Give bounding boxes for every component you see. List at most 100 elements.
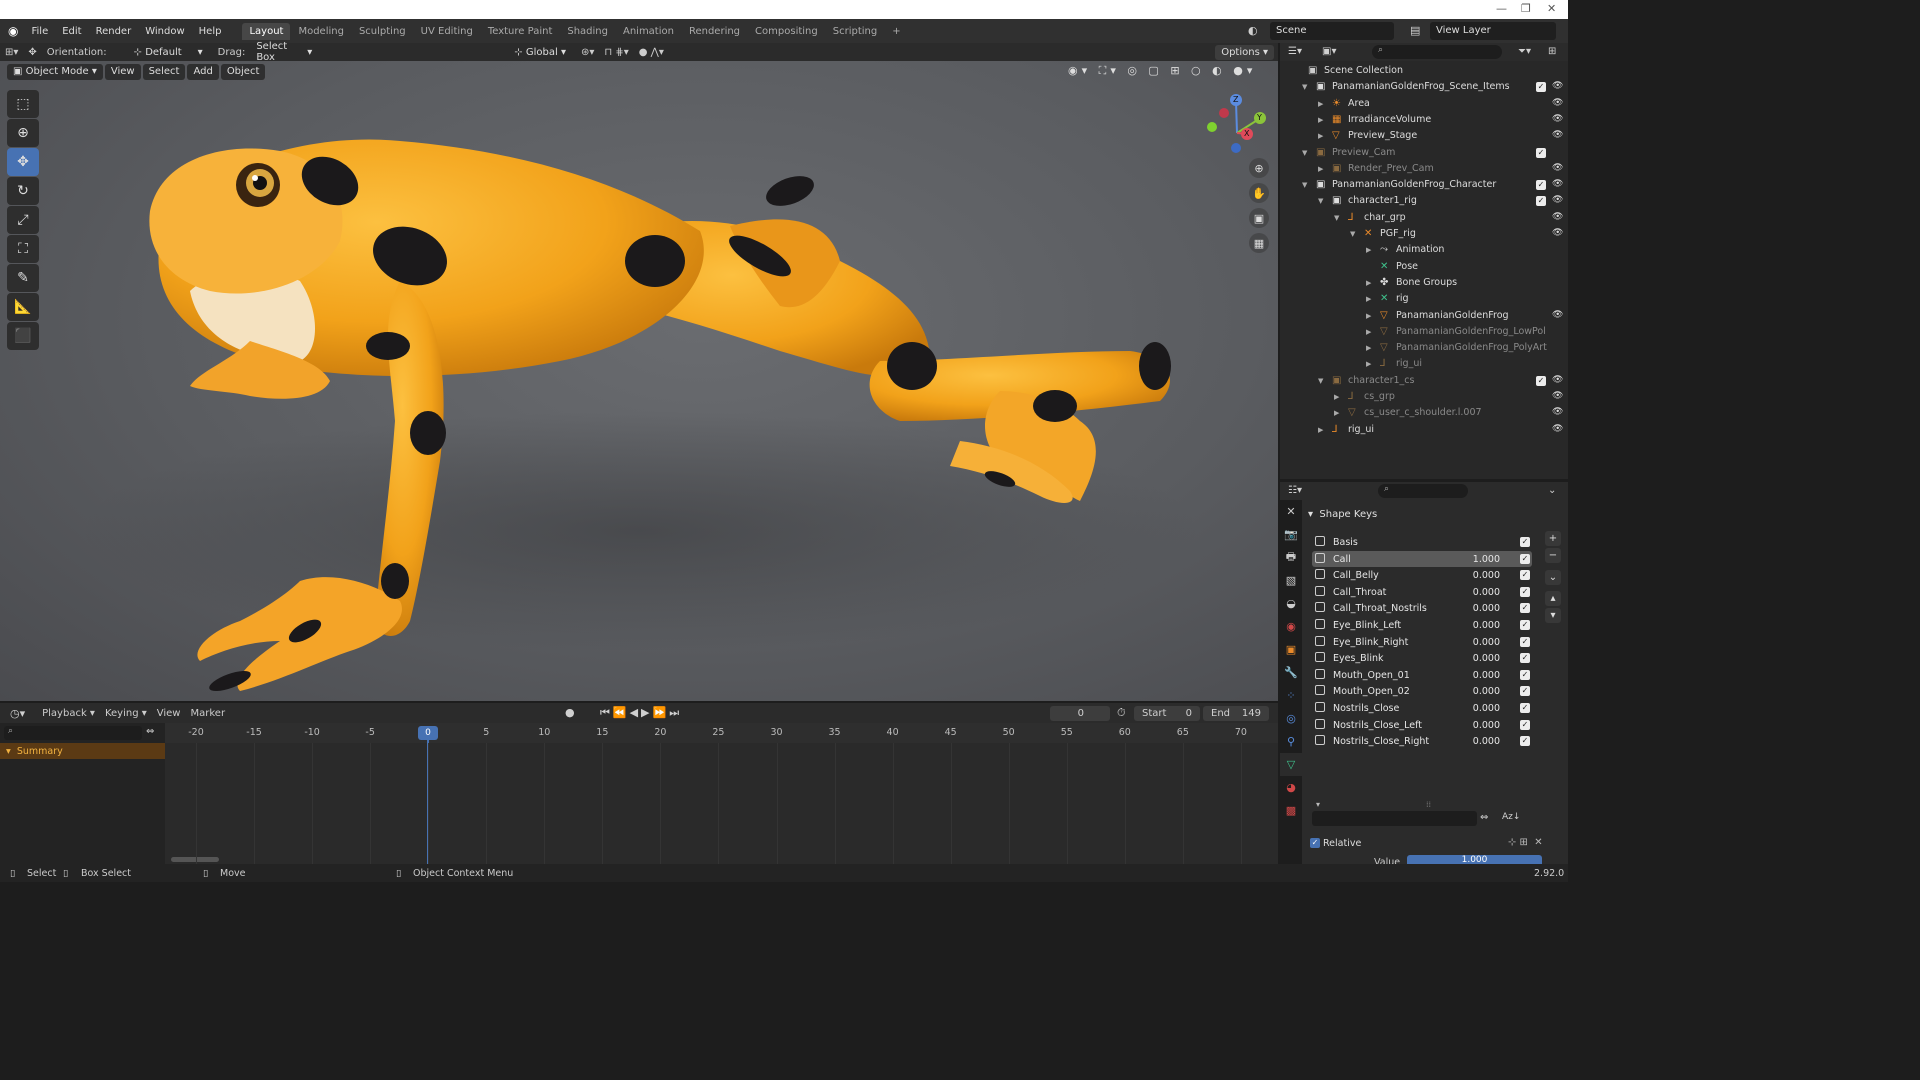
viewport-shading-icons[interactable]: ◉▾ ⛶▾ ◎ ▢ ⊞ ○ ◐ ●▾ (1068, 64, 1256, 78)
filter-icon[interactable]: ⏷▾ (1518, 46, 1531, 57)
stopwatch-icon[interactable]: ⏱ (1117, 706, 1126, 720)
shape-key-mute-checkbox[interactable]: ✓ (1520, 570, 1530, 581)
tab-sculpting[interactable]: Sculpting (352, 23, 413, 40)
outliner-row[interactable]: ▶ ▽ cs_user_c_shoulder.l.007 👁 (1280, 405, 1568, 421)
exclude-checkbox[interactable]: ✓ (1536, 375, 1546, 386)
constraints-tab-icon[interactable]: ⚲ (1280, 730, 1302, 753)
shape-key-mute-checkbox[interactable]: ✓ (1520, 636, 1530, 647)
minimize-button[interactable]: — (1496, 2, 1507, 15)
shape-key-value[interactable]: 1.000 (1473, 554, 1500, 565)
view-layer-field[interactable]: View Layer (1430, 22, 1556, 40)
object-mode-dropdown[interactable]: ▣ Object Mode ▾ (7, 63, 103, 80)
menu-view[interactable]: View (104, 63, 141, 80)
menu-render[interactable]: Render (89, 26, 139, 37)
outliner-row[interactable]: ▶ ▣ Render_Prev_Cam 👁 (1280, 161, 1568, 177)
snap-icon[interactable]: ⊓ ⋕▾ (604, 47, 628, 58)
shape-key-mute-checkbox[interactable]: ✓ (1520, 553, 1530, 564)
data-tab-icon[interactable]: ▽ (1280, 753, 1302, 776)
expand-closed-icon[interactable]: ▶ (1366, 246, 1371, 254)
visibility-eye-icon[interactable]: 👁 (1552, 81, 1563, 91)
shape-key-value[interactable]: 0.000 (1473, 670, 1500, 681)
properties-editor-icon[interactable]: ☷▾ (1288, 485, 1302, 496)
shape-key-row[interactable]: Call_Belly 0.000 ✓ (1312, 567, 1532, 583)
pivot-point-icon[interactable]: ⊛▾ (581, 47, 594, 58)
visibility-eye-icon[interactable]: 👁 (1552, 98, 1563, 108)
tab-animation[interactable]: Animation (616, 23, 681, 40)
shape-key-mute-checkbox[interactable]: ✓ (1520, 703, 1530, 713)
scale-tool-icon[interactable]: ⤢ (7, 206, 39, 234)
list-resize-handle-icon[interactable]: ⁞⁞ (1426, 800, 1431, 809)
visibility-eye-icon[interactable]: 👁 (1552, 375, 1563, 385)
shape-key-row[interactable]: Nostrils_Close 0.000 ✓ (1312, 700, 1532, 716)
outliner-row[interactable]: ▶ ⅃ cs_grp 👁 (1280, 389, 1568, 405)
shape-key-row[interactable]: Basis ✓ (1312, 534, 1532, 550)
outliner-row[interactable]: ▶ ▽ PanamanianGoldenFrog 👁 (1280, 308, 1568, 324)
restore-button[interactable]: ❐ (1521, 2, 1531, 15)
shape-key-value[interactable]: 0.000 (1473, 620, 1500, 631)
expand-closed-icon[interactable]: ▶ (1366, 279, 1371, 287)
shape-key-value[interactable]: 0.000 (1473, 653, 1500, 664)
add-workspace-button[interactable]: + (885, 23, 907, 40)
texture-tab-icon[interactable]: ▩ (1280, 799, 1302, 822)
output-tab-icon[interactable]: 🖶 (1280, 546, 1302, 569)
shape-key-row[interactable]: Nostrils_Close_Left 0.000 ✓ (1312, 717, 1532, 733)
frame-ruler[interactable]: -20 -15 -10 -5 0 5 10 15 20 25 30 35 40 45 50 55 60 65 70 (165, 723, 1278, 743)
add-shape-key-button[interactable]: + (1545, 531, 1561, 546)
shape-key-row[interactable]: Eyes_Blink 0.000 ✓ (1312, 650, 1532, 666)
expand-closed-icon[interactable]: ▶ (1366, 295, 1371, 303)
close-window-button[interactable]: ✕ (1547, 2, 1556, 15)
exclude-checkbox[interactable]: ✓ (1536, 82, 1546, 93)
visibility-eye-icon[interactable]: 👁 (1552, 424, 1563, 434)
outliner-row[interactable]: ▶ ▦ IrradianceVolume 👁 (1280, 112, 1568, 128)
add-cube-tool-icon[interactable]: ⬛ (7, 322, 39, 350)
outliner-row[interactable]: ▣ Scene Collection (1280, 63, 1568, 79)
menu-file[interactable]: File (24, 26, 55, 37)
outliner-row[interactable]: ▶ ✤ Bone Groups (1280, 275, 1568, 291)
visibility-eye-icon[interactable]: 👁 (1552, 310, 1563, 320)
outliner-row[interactable]: ▶ ⅃ rig_ui (1280, 356, 1568, 372)
shape-key-specials-button[interactable]: ⌄ (1545, 570, 1561, 585)
playback-controls-icons[interactable]: ⏮⏪◀▶⏩⏭ (600, 706, 682, 720)
expand-open-icon[interactable]: ▼ (1334, 214, 1339, 222)
frog-model[interactable] (0, 61, 1278, 701)
cursor-tool-icon[interactable]: ⊕ (7, 119, 39, 147)
shape-key-row[interactable]: Call_Throat 0.000 ✓ (1312, 584, 1532, 600)
exclude-checkbox[interactable]: ✓ (1536, 147, 1546, 158)
outliner-row[interactable]: ▼ ▣ Preview_Cam ✓ (1280, 145, 1568, 161)
outliner-row[interactable]: ▶ ☀ Area 👁 (1280, 96, 1568, 112)
expand-closed-icon[interactable]: ▶ (1334, 409, 1339, 417)
summary-channel[interactable]: ▾ Summary (0, 743, 165, 759)
expand-closed-icon[interactable]: ▶ (1334, 393, 1339, 401)
swap-icon[interactable]: ⇔ (146, 726, 154, 737)
display-mode-icon[interactable]: ▣▾ (1322, 46, 1336, 57)
editor-type-icon[interactable]: ⊞▾ (5, 47, 18, 58)
visibility-eye-icon[interactable]: 👁 (1552, 391, 1563, 401)
menu-select[interactable]: Select (142, 63, 186, 80)
tab-modeling[interactable]: Modeling (291, 23, 351, 40)
expand-closed-icon[interactable]: ▶ (1318, 165, 1323, 173)
shape-key-value[interactable]: 0.000 (1473, 603, 1500, 614)
menu-playback[interactable]: Playback ▾ (42, 708, 95, 719)
shape-key-value[interactable]: 0.000 (1473, 736, 1500, 747)
remove-shape-key-button[interactable]: − (1545, 548, 1561, 563)
options-dropdown[interactable]: Options ▾ (1215, 44, 1274, 60)
shape-keys-panel-header[interactable]: ▾ Shape Keys (1308, 509, 1377, 520)
tab-uv-editing[interactable]: UV Editing (414, 23, 480, 40)
shape-key-row[interactable]: Call_Throat_Nostrils 0.000 ✓ (1312, 600, 1532, 616)
tool-tab-icon[interactable]: ✕ (1280, 500, 1302, 523)
outliner-row[interactable]: ▶ ▽ PanamanianGoldenFrog_LowPol (1280, 324, 1568, 340)
rotate-tool-icon[interactable]: ↻ (7, 177, 39, 205)
material-tab-icon[interactable]: ◕ (1280, 776, 1302, 799)
tab-scripting[interactable]: Scripting (826, 23, 884, 40)
expand-closed-icon[interactable]: ▶ (1366, 344, 1371, 352)
tab-shading[interactable]: Shading (560, 23, 615, 40)
shape-key-value[interactable]: 0.000 (1473, 720, 1500, 731)
visibility-eye-icon[interactable]: 👁 (1552, 407, 1563, 417)
menu-timeline-view[interactable]: View (157, 708, 181, 719)
shape-key-row[interactable]: Call 1.000 ✓ (1312, 550, 1532, 567)
pin-icons[interactable]: ⊹ ⊞ ✕ (1508, 837, 1543, 848)
timeline-editor-icon[interactable]: ◷▾ (10, 707, 25, 720)
list-filter-input[interactable] (1312, 811, 1477, 826)
shape-key-mute-checkbox[interactable]: ✓ (1520, 736, 1530, 747)
outliner-row[interactable]: ▼ ▣ PanamanianGoldenFrog_Scene_Items ✓ 👁 (1280, 79, 1568, 95)
